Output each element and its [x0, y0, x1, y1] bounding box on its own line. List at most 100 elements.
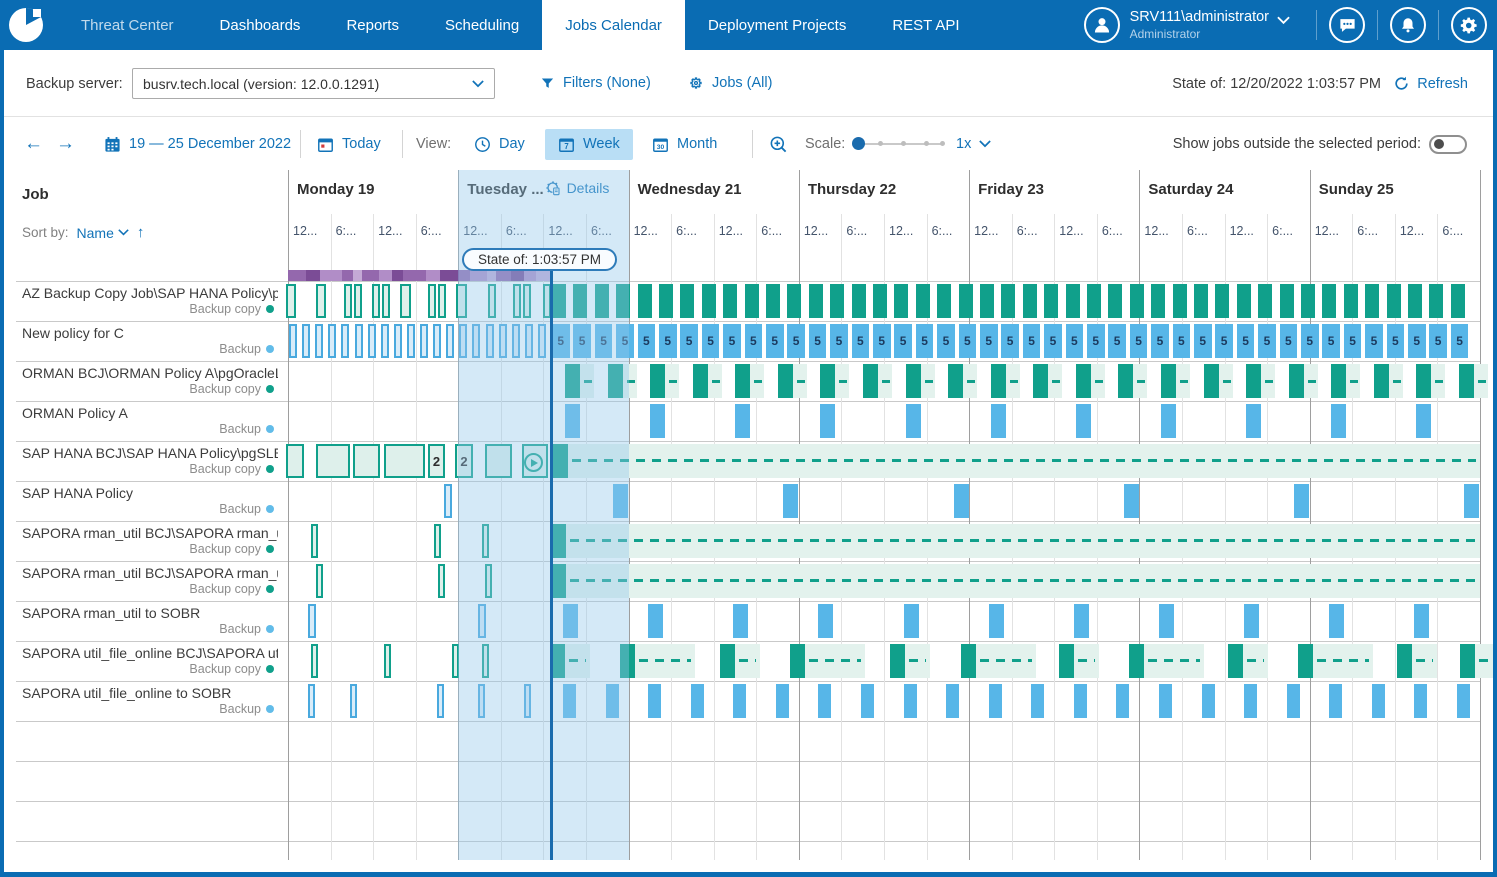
job-run-bar[interactable] [783, 484, 798, 518]
job-run-bar[interactable] [776, 684, 789, 718]
job-run-bar[interactable]: 5 [680, 324, 698, 358]
user-menu[interactable]: SRV111\administrator Administrator [1084, 7, 1304, 43]
job-run-bar[interactable] [1076, 404, 1091, 438]
details-button[interactable]: Details [545, 180, 610, 196]
job-run-bar[interactable] [552, 444, 568, 478]
job-run-bar[interactable]: 5 [852, 324, 870, 358]
job-run-bar[interactable]: 5 [745, 324, 763, 358]
job-run-bar[interactable] [861, 684, 874, 718]
job-run-bar[interactable]: 5 [1344, 324, 1362, 358]
job-run-bar[interactable] [452, 644, 459, 678]
job-run-bar[interactable]: 5 [1451, 324, 1469, 358]
job-run-bar[interactable] [1414, 604, 1429, 638]
job-run-bar[interactable] [1161, 404, 1176, 438]
job-run-bar[interactable] [438, 564, 445, 598]
job-run-bar[interactable]: 5 [659, 324, 677, 358]
filters-button[interactable]: Filters (None) [540, 75, 651, 91]
job-run-bar[interactable] [565, 404, 580, 438]
job-row-label[interactable]: SAP HANA BCJ\SAP HANA Policy\pgSLES...Ba… [16, 441, 282, 481]
job-run-bar[interactable] [525, 324, 533, 358]
job-run-bar[interactable] [382, 284, 390, 318]
job-run-bar[interactable]: 5 [766, 324, 784, 358]
app-logo-icon[interactable] [8, 7, 44, 43]
job-running-band[interactable] [1144, 644, 1204, 678]
job-run-bar[interactable]: 5 [1387, 324, 1405, 358]
job-run-bar[interactable]: 5 [1173, 324, 1191, 358]
job-running-band[interactable] [566, 524, 1480, 558]
job-run-bar[interactable] [428, 284, 436, 318]
job-run-bar[interactable] [1387, 284, 1401, 318]
notifications-button[interactable] [1390, 7, 1426, 43]
job-run-bar[interactable] [820, 404, 835, 438]
job-run-bar[interactable]: 5 [1408, 324, 1426, 358]
job-run-bar[interactable] [1129, 644, 1144, 678]
job-run-bar[interactable] [1130, 284, 1144, 318]
job-run-bar[interactable] [959, 284, 973, 318]
job-run-bar[interactable] [1344, 284, 1358, 318]
job-run-bar[interactable] [368, 324, 376, 358]
job-run-bar[interactable] [1246, 404, 1261, 438]
job-running-band[interactable] [568, 444, 1480, 478]
job-run-bar[interactable] [400, 284, 411, 318]
job-row-label[interactable]: AZ Backup Copy Job\SAP HANA Policy\p...B… [16, 281, 282, 321]
job-run-bar[interactable]: 5 [1258, 324, 1276, 358]
nav-item-rest-api[interactable]: REST API [869, 0, 982, 50]
job-run-bar[interactable] [1044, 284, 1058, 318]
job-run-bar[interactable] [512, 324, 520, 358]
job-run-bar[interactable] [1457, 684, 1470, 718]
job-run-bar[interactable] [565, 364, 580, 398]
nav-item-dashboards[interactable]: Dashboards [197, 0, 324, 50]
job-run-bar[interactable] [989, 684, 1002, 718]
job-run-bar[interactable] [563, 604, 578, 638]
job-run-bar[interactable] [1460, 644, 1475, 678]
job-run-bar[interactable] [745, 284, 759, 318]
job-run-bar[interactable] [1161, 364, 1176, 398]
job-run-bar[interactable]: 5 [1066, 324, 1084, 358]
job-run-bar[interactable]: 5 [894, 324, 912, 358]
job-run-bar[interactable] [499, 324, 507, 358]
job-run-bar[interactable] [434, 524, 441, 558]
job-run-bar[interactable]: 5 [1087, 324, 1105, 358]
job-run-bar[interactable] [948, 364, 963, 398]
job-run-bar[interactable] [820, 364, 835, 398]
job-run-bar[interactable]: 5 [1429, 324, 1447, 358]
job-run-bar[interactable]: 5 [702, 324, 720, 358]
job-run-bar[interactable] [890, 644, 905, 678]
job-run-bar[interactable]: 5 [573, 324, 591, 358]
job-run-bar[interactable] [372, 284, 380, 318]
job-running-band[interactable] [1313, 644, 1373, 678]
job-run-bar[interactable]: 5 [1108, 324, 1126, 358]
job-run-bar[interactable] [1074, 684, 1087, 718]
job-run-bar[interactable] [485, 564, 492, 598]
job-run-bar[interactable] [1204, 364, 1219, 398]
job-run-bar[interactable] [1331, 364, 1346, 398]
job-run-bar[interactable] [437, 684, 444, 718]
backup-server-select[interactable]: busrv.tech.local (version: 12.0.0.1291) [132, 68, 495, 99]
job-run-bar[interactable] [606, 684, 619, 718]
job-run-bar[interactable] [620, 644, 635, 678]
job-run-bar[interactable]: 5 [595, 324, 613, 358]
job-run-bar[interactable] [989, 604, 1004, 638]
job-run-bar[interactable] [1244, 684, 1257, 718]
job-run-bar[interactable] [1001, 284, 1015, 318]
job-run-bar[interactable] [818, 684, 831, 718]
date-range-picker[interactable]: 19 — 25 December 2022 [104, 118, 291, 170]
job-run-bar[interactable] [316, 284, 326, 318]
job-run-bar[interactable]: 5 [1130, 324, 1148, 358]
job-run-bar[interactable] [478, 604, 486, 638]
job-run-bar[interactable]: 5 [616, 324, 634, 358]
job-run-bar[interactable] [538, 324, 546, 358]
job-run-bar[interactable]: 5 [1322, 324, 1340, 358]
job-run-bar[interactable]: 5 [809, 324, 827, 358]
job-run-bar[interactable]: 5 [1301, 324, 1319, 358]
job-run-bar[interactable]: 5 [1151, 324, 1169, 358]
job-run-bar[interactable] [384, 444, 425, 478]
job-run-bar[interactable] [904, 684, 917, 718]
job-run-bar[interactable] [1429, 284, 1443, 318]
nav-item-threat-center[interactable]: Threat Center [58, 0, 197, 50]
job-run-bar[interactable]: 5 [1215, 324, 1233, 358]
job-run-bar[interactable] [830, 284, 844, 318]
job-run-bar[interactable]: 5 [937, 324, 955, 358]
job-run-bar[interactable] [1228, 644, 1243, 678]
job-run-bar[interactable] [787, 284, 801, 318]
